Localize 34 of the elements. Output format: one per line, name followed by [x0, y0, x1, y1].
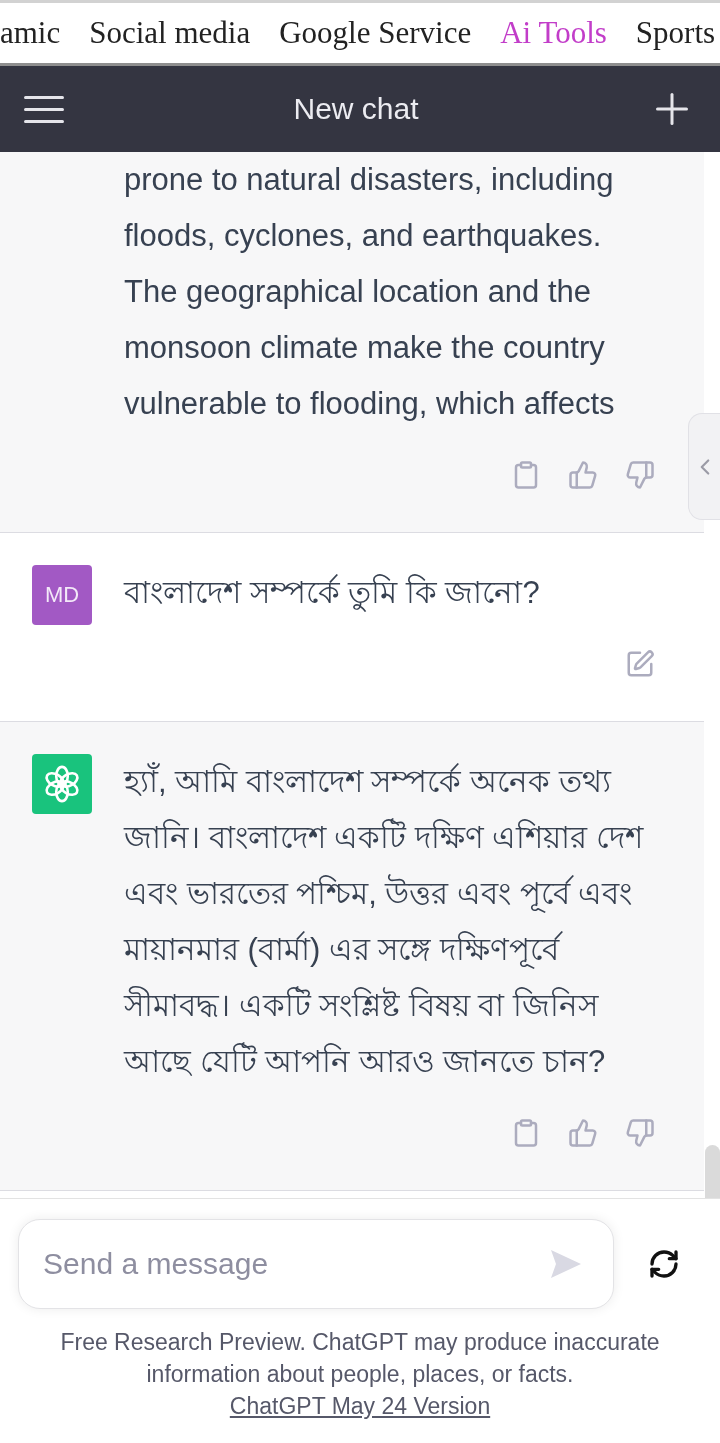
menu-button[interactable]: [24, 95, 64, 123]
send-icon: [550, 1249, 582, 1279]
category-tab[interactable]: amic: [0, 13, 61, 53]
thumbs-up-icon: [568, 460, 598, 490]
message-text: prone to natural disasters, including floods, cyclones, and earthquakes. The geographical location and the monsoon climate make the country vulnerable to flooding, which affects: [124, 161, 616, 423]
thumbs-up-icon: [568, 1118, 598, 1148]
user-avatar: MD: [32, 565, 92, 625]
category-tab[interactable]: Social media: [89, 13, 251, 53]
knot-logo-icon: [32, 754, 92, 814]
thumbs-down-icon: [625, 460, 655, 490]
regenerate-button[interactable]: [648, 1248, 680, 1280]
refresh-icon: [648, 1248, 680, 1280]
category-tab[interactable]: Sports: [635, 13, 716, 53]
message-text: বাংলাদেশ সম্পর্কে তুমি কি জানো?: [124, 573, 541, 614]
scrollbar-thumb[interactable]: [705, 1145, 720, 1198]
edit-icon: [625, 649, 655, 679]
send-button[interactable]: [550, 1248, 582, 1280]
disclaimer-text: Free Research Preview. ChatGPT may produce inaccurate information about people, places, or facts. ChatGPT May 24 Version: [59, 1328, 661, 1421]
version-link[interactable]: ChatGPT May 24 Version: [229, 1393, 491, 1419]
dislike-button[interactable]: [625, 460, 655, 490]
menu-icon: [24, 95, 64, 123]
dislike-button[interactable]: [625, 1118, 655, 1148]
like-button[interactable]: [568, 1118, 598, 1148]
plus-icon: [656, 93, 688, 125]
category-tab[interactable]: Ai Tools: [500, 13, 607, 53]
category-tab[interactable]: Google Service: [279, 13, 472, 53]
edit-button[interactable]: [625, 649, 655, 679]
message-input[interactable]: Send a message: [18, 1219, 614, 1309]
like-button[interactable]: [568, 460, 598, 490]
message-text: হ্যাঁ, আমি বাংলাদেশ সম্পর্কে অনেক তথ্য জানি। বাংলাদেশ একটি দক্ষিণ এশিয়ার দেশ এবং ভারতের পশ্চিম, উত্তর এবং পূর্বে এবং মায়ানমার (বার্মা) এর সঙ্গে দক্ষিণপূর্বে সীমাবদ্ধ। একটি সংশ্লিষ্ট বিষয় বা জিনিস আছে যেটি আপনি আরও জানতে চান?: [124, 761, 645, 1081]
side-panel-handle[interactable]: [688, 413, 720, 520]
new-chat-button[interactable]: [656, 93, 688, 125]
thumbs-down-icon: [625, 1118, 655, 1148]
chat-title: New chat: [293, 92, 419, 126]
